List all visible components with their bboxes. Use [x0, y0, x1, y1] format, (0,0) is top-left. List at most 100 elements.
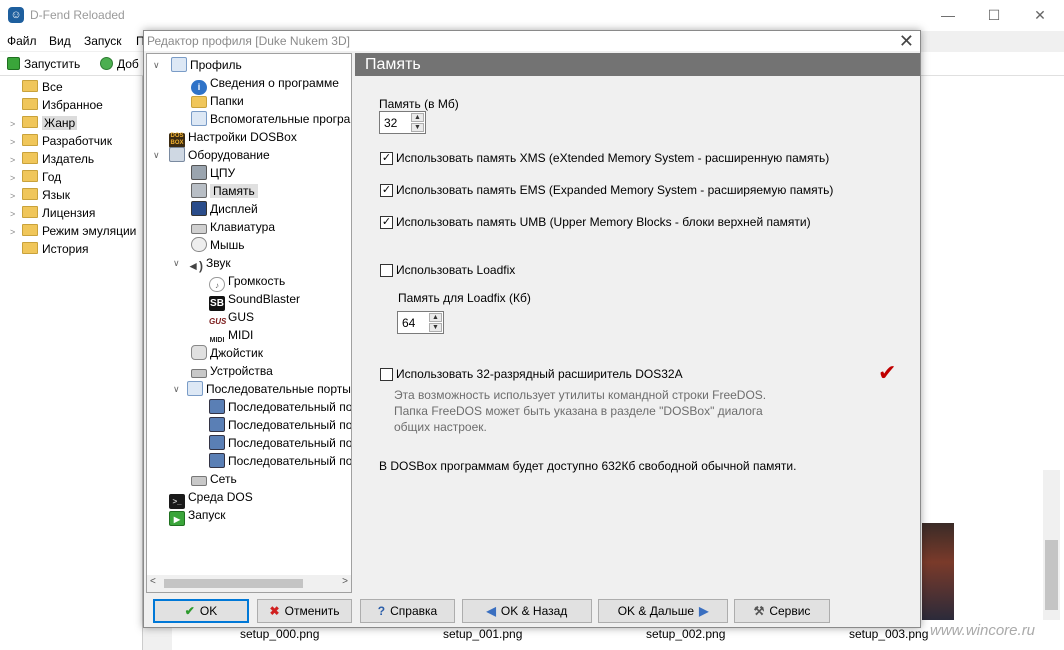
tree-item-serial-port-3[interactable]: Последовательный по [209, 434, 351, 452]
umb-label[interactable]: Использовать память UMB (Upper Memory Bl… [396, 215, 811, 229]
chevron-right-icon[interactable]: > [10, 115, 22, 133]
service-button[interactable]: ⚒ Сервис [734, 599, 830, 623]
loadfix-memory-label: Память для Loadfix (Кб) [398, 291, 531, 305]
main-titlebar: ☺ D-Fend Reloaded — ☐ ✕ [0, 0, 1064, 31]
tree-item-cpu[interactable]: ЦПУ [191, 164, 235, 182]
memory-size-spinner[interactable]: 32 ▲ ▼ [379, 111, 426, 134]
help-button[interactable]: ? Справка [360, 599, 455, 623]
close-icon: ✖ [269, 604, 280, 618]
group-item[interactable]: > Режим эмуляции [10, 222, 136, 240]
dos32a-note-line: Папка FreeDOS может быть указана в разде… [394, 404, 763, 418]
chevron-right-icon[interactable]: > [10, 151, 22, 169]
window-title: D-Fend Reloaded [30, 8, 125, 22]
tree-item-display[interactable]: Дисплей [191, 200, 258, 218]
tree-item-memory[interactable]: Память [191, 182, 258, 200]
toolbar: Запустить Доб [0, 52, 143, 76]
maximize-button[interactable]: ☐ [971, 0, 1017, 31]
thumbnail-scrollbar[interactable] [1043, 470, 1060, 630]
xms-label[interactable]: Использовать память XMS (eXtended Memory… [396, 151, 829, 165]
group-item[interactable]: Избранное [10, 96, 103, 114]
tree-horizontal-scrollbar[interactable]: < > [147, 575, 351, 592]
group-item[interactable]: > Жанр [10, 114, 78, 133]
menu-file[interactable]: Файл [7, 34, 37, 48]
loadfix-memory-value[interactable]: 64 [402, 316, 415, 330]
chevron-down-icon[interactable]: ∨ [153, 56, 163, 74]
dos32a-checkbox[interactable] [380, 368, 393, 381]
scroll-left-icon[interactable]: < [150, 576, 156, 587]
network-icon [191, 476, 207, 486]
scrollbar-thumb[interactable] [164, 579, 303, 588]
chevron-right-icon[interactable]: > [10, 187, 22, 205]
group-item[interactable]: > Лицензия [10, 204, 95, 222]
cancel-button[interactable]: ✖ Отменить [257, 599, 352, 623]
ems-checkbox[interactable]: ✓ [380, 184, 393, 197]
folder-icon [22, 188, 38, 200]
group-item[interactable]: > Год [10, 168, 61, 186]
close-icon[interactable]: ✕ [899, 31, 914, 51]
group-item[interactable]: > Разработчик [10, 132, 112, 150]
chevron-right-icon[interactable]: > [10, 169, 22, 187]
menu-view[interactable]: Вид [49, 34, 71, 48]
tree-item-serial-port-4[interactable]: Последовательный по [209, 452, 351, 470]
menu-run[interactable]: Запуск [84, 34, 122, 48]
spin-down-icon[interactable]: ▼ [411, 123, 424, 132]
memory-size-value[interactable]: 32 [384, 116, 397, 130]
thumbnail-label[interactable]: setup_002.png [646, 627, 725, 641]
dos32a-label[interactable]: Использовать 32-разрядный расширитель DO… [396, 367, 683, 381]
spin-up-icon[interactable]: ▲ [429, 313, 442, 322]
tree-item-folders[interactable]: Папки [191, 92, 244, 110]
spin-down-icon[interactable]: ▼ [429, 323, 442, 332]
watermark: www.wincore.ru [930, 622, 1036, 639]
folder-icon [22, 170, 38, 182]
loadfix-checkbox[interactable] [380, 264, 393, 277]
group-item[interactable]: Все [10, 78, 63, 96]
tree-item-keyboard[interactable]: Клавиатура [191, 218, 275, 236]
screenshot-thumbnail[interactable] [922, 523, 954, 621]
add-toolbar-button[interactable]: Доб [100, 56, 139, 72]
run-toolbar-button[interactable]: Запустить [7, 56, 80, 72]
tree-item-dos-environment[interactable]: >_ Среда DOS [169, 488, 253, 509]
ok-back-button[interactable]: ◀ OK & Назад [462, 599, 592, 623]
loadfix-label[interactable]: Использовать Loadfix [396, 263, 515, 277]
tree-item-joystick[interactable]: Джойстик [191, 344, 263, 362]
thumbnail-label[interactable]: setup_003.png [849, 627, 928, 641]
umb-checkbox[interactable]: ✓ [380, 216, 393, 229]
tree-item-volume[interactable]: ♪ Громкость [209, 272, 285, 292]
serial-port-icon [209, 435, 225, 450]
tree-item-mouse[interactable]: Мышь [191, 236, 245, 254]
close-window-button[interactable]: ✕ [1017, 0, 1063, 31]
scrollbar-thumb[interactable] [1045, 540, 1058, 610]
tree-item-soundblaster[interactable]: SB SoundBlaster [209, 290, 300, 311]
ok-next-button[interactable]: OK & Дальше ▶ [598, 599, 728, 623]
tree-item-devices[interactable]: Устройства [191, 362, 273, 380]
chevron-down-icon[interactable]: ∨ [173, 380, 183, 398]
group-item[interactable]: > Язык [10, 186, 70, 204]
thumbnail-label[interactable]: setup_001.png [443, 627, 522, 641]
minimize-button[interactable]: — [925, 0, 971, 31]
tree-item-midi[interactable]: MIDI MIDI [209, 326, 254, 344]
chevron-down-icon[interactable]: ∨ [153, 146, 163, 164]
tree-item-network[interactable]: Сеть [191, 470, 237, 488]
ems-label[interactable]: Использовать память EMS (Expanded Memory… [396, 183, 833, 197]
tree-item-helper-programs[interactable]: Вспомогательные програ [191, 110, 350, 128]
tree-item-program-info[interactable]: i Сведения о программе [191, 74, 339, 95]
xms-checkbox[interactable]: ✓ [380, 152, 393, 165]
thumbnail-label[interactable]: setup_000.png [240, 627, 319, 641]
tree-item-gus[interactable]: GUS GUS [209, 308, 254, 326]
chevron-right-icon[interactable]: > [10, 223, 22, 241]
chevron-right-icon[interactable]: > [10, 205, 22, 223]
tree-item-dosbox-settings[interactable]: DOS BOX Настройки DOSBox [169, 128, 297, 148]
group-label: Жанр [42, 116, 78, 130]
spin-up-icon[interactable]: ▲ [411, 113, 424, 122]
loadfix-memory-spinner[interactable]: 64 ▲ ▼ [397, 311, 444, 334]
group-item[interactable]: > Издатель [10, 150, 94, 168]
tree-item-run[interactable]: ▶ Запуск [169, 506, 226, 526]
tree-item-serial-port-1[interactable]: Последовательный по [209, 398, 351, 416]
tree-item-serial-port-2[interactable]: Последовательный по [209, 416, 351, 434]
scroll-right-icon[interactable]: > [342, 576, 348, 587]
tree-label: Сеть [210, 472, 237, 486]
group-item[interactable]: История [10, 240, 89, 258]
ok-button[interactable]: ✔ OK [153, 599, 249, 623]
chevron-right-icon[interactable]: > [10, 133, 22, 151]
chevron-down-icon[interactable]: ∨ [173, 254, 183, 272]
